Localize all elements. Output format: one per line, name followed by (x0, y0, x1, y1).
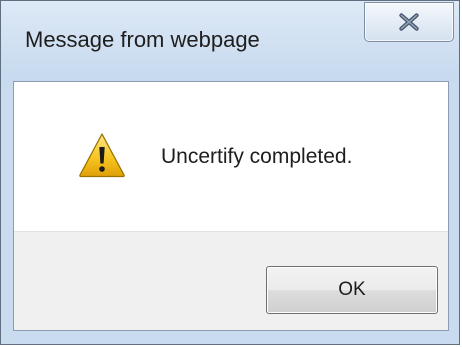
dialog-content: Uncertify completed. OK (13, 81, 449, 331)
message-area: Uncertify completed. (14, 82, 448, 231)
close-button[interactable] (364, 2, 454, 42)
message-text: Uncertify completed. (161, 145, 353, 168)
message-dialog: Message from webpage Uncertify completed… (0, 0, 460, 345)
warning-icon (79, 133, 125, 178)
close-x-icon (399, 13, 419, 31)
title-bar[interactable]: Message from webpage (1, 1, 459, 81)
ok-button[interactable]: OK (266, 266, 438, 314)
button-bar: OK (14, 231, 448, 330)
dialog-title: Message from webpage (25, 27, 260, 52)
